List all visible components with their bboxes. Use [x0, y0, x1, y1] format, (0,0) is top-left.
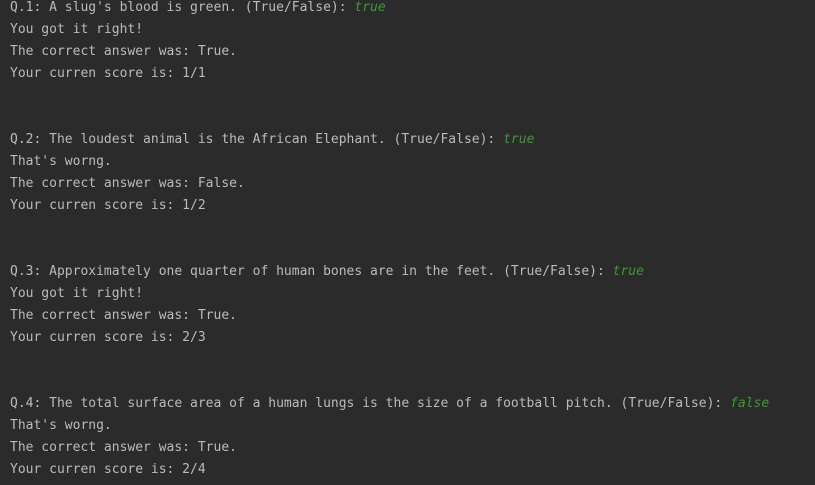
score-line: Your curren score is: 2/4 — [10, 462, 206, 477]
console-output: Q.1: A slug's blood is green. (True/Fals… — [0, 0, 815, 485]
question-line: Q.2: The loudest animal is the African E… — [10, 129, 534, 151]
question-line: Q.3: Approximately one quarter of human … — [10, 261, 644, 283]
result-line: That's worng. — [10, 418, 112, 433]
result-line: That's worng. — [10, 154, 112, 169]
score-line: Your curren score is: 1/1 — [10, 66, 206, 81]
user-input: true — [503, 132, 535, 147]
question-text: Q.3: Approximately one quarter of human … — [10, 264, 613, 279]
correct-answer-line: The correct answer was: True. — [10, 308, 237, 323]
user-input: true — [612, 264, 644, 279]
result-line: You got it right! — [10, 22, 144, 37]
user-input: false — [730, 396, 770, 411]
question-text: Q.2: The loudest animal is the African E… — [10, 132, 504, 147]
result-line: You got it right! — [10, 286, 144, 301]
question-text: Q.1: A slug's blood is green. (True/Fals… — [10, 0, 355, 15]
user-input: true — [354, 0, 386, 15]
score-line: Your curren score is: 1/2 — [10, 198, 206, 213]
correct-answer-line: The correct answer was: True. — [10, 440, 237, 455]
correct-answer-line: The correct answer was: True. — [10, 44, 237, 59]
correct-answer-line: The correct answer was: False. — [10, 176, 245, 191]
question-text: Q.4: The total surface area of a human l… — [10, 396, 731, 411]
question-line: Q.4: The total surface area of a human l… — [10, 393, 769, 415]
score-line: Your curren score is: 2/3 — [10, 330, 206, 345]
question-line: Q.1: A slug's blood is green. (True/Fals… — [10, 0, 386, 19]
